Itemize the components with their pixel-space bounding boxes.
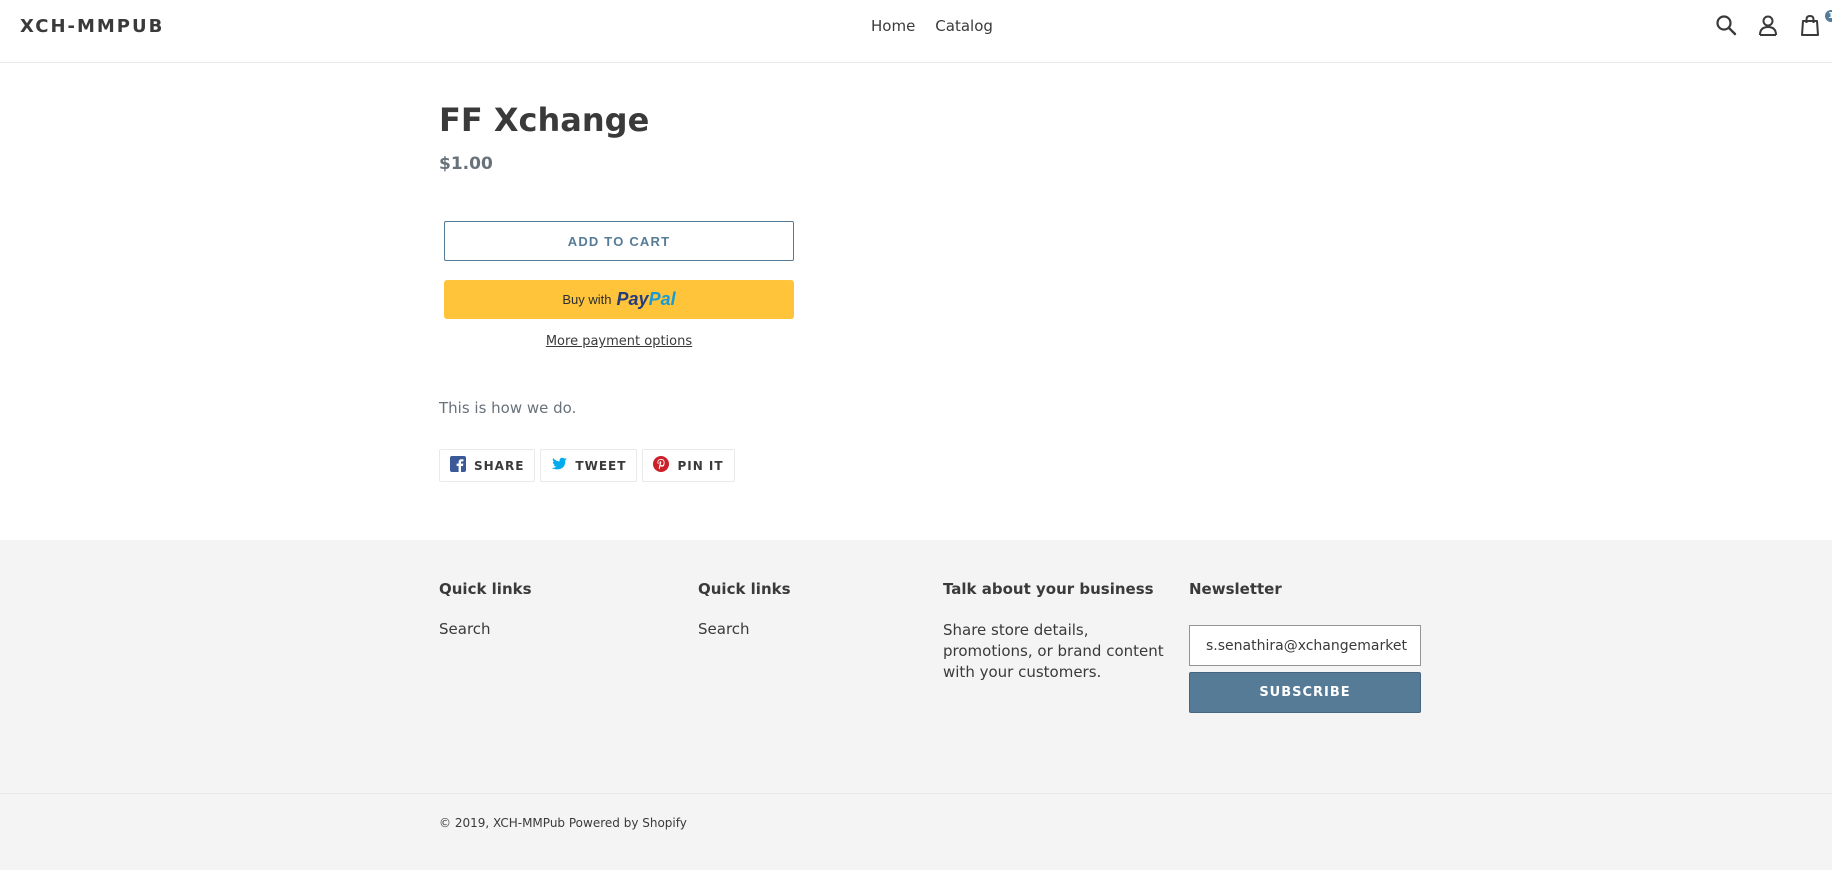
- footer-business-text: Share store details, promotions, or bran…: [943, 621, 1164, 681]
- subscribe-button[interactable]: SUBSCRIBE: [1189, 672, 1421, 713]
- paypal-buy-with-label: Buy with: [562, 292, 612, 307]
- footer-divider: [0, 793, 1832, 794]
- share-twitter-button[interactable]: TWEET: [540, 449, 638, 482]
- footer-col-business: Talk about your business Share store det…: [943, 580, 1168, 683]
- footer-search-link[interactable]: Search: [698, 620, 791, 638]
- product-section: FF Xchange $1.00 ADD TO CART Buy with Pa…: [439, 100, 859, 482]
- footer-col-quick-links-1: Quick links Search: [439, 580, 532, 638]
- share-pinterest-label: PIN IT: [677, 458, 724, 473]
- site-header: XCH-MMPUB Home Catalog 1: [0, 0, 1832, 63]
- product-title: FF Xchange: [439, 101, 650, 139]
- add-to-cart-button[interactable]: ADD TO CART: [444, 221, 794, 261]
- paypal-logo: PayPal: [617, 289, 676, 310]
- copyright-brand-link[interactable]: XCH-MMPub: [493, 816, 565, 830]
- facebook-icon: [450, 456, 466, 475]
- footer-search-link[interactable]: Search: [439, 620, 532, 638]
- product-description: This is how we do.: [439, 399, 577, 417]
- footer-col-title: Talk about your business: [943, 580, 1154, 598]
- site-footer: Quick links Search Quick links Search Ta…: [0, 540, 1832, 870]
- social-share: SHARE TWEET PIN IT: [439, 449, 735, 482]
- paypal-logo-pay: Pay: [616, 289, 649, 309]
- powered-by-shopify-link[interactable]: Powered by Shopify: [569, 816, 687, 830]
- newsletter-title: Newsletter: [1189, 580, 1282, 598]
- newsletter-email-input[interactable]: s.senathira@xchangemarket: [1189, 625, 1421, 666]
- share-facebook-label: SHARE: [474, 458, 525, 473]
- more-payment-options-link[interactable]: More payment options: [444, 334, 794, 349]
- footer-col-title: Quick links: [439, 580, 532, 598]
- twitter-icon: [551, 456, 568, 475]
- product-price: $1.00: [439, 153, 493, 174]
- footer-col-quick-links-2: Quick links Search: [698, 580, 791, 638]
- cart-count-badge: 1: [1825, 10, 1832, 22]
- footer-col-newsletter: Newsletter s.senathira@xchangemarket SUB…: [1189, 580, 1421, 713]
- nav-home-link[interactable]: Home: [871, 17, 915, 35]
- share-facebook-button[interactable]: SHARE: [439, 449, 536, 482]
- header-icons: [1712, 13, 1832, 41]
- nav-catalog-link[interactable]: Catalog: [935, 17, 993, 35]
- copyright: © 2019, XCH-MMPub Powered by Shopify: [439, 816, 687, 830]
- paypal-button[interactable]: Buy with PayPal: [444, 280, 794, 319]
- footer-col-title: Quick links: [698, 580, 791, 598]
- pinterest-icon: [653, 456, 670, 475]
- account-icon[interactable]: [1756, 13, 1784, 41]
- site-logo[interactable]: XCH-MMPUB: [20, 16, 164, 37]
- share-twitter-label: TWEET: [575, 458, 627, 473]
- cart-icon[interactable]: [1798, 13, 1826, 41]
- copyright-prefix: © 2019,: [439, 816, 490, 830]
- share-pinterest-button[interactable]: PIN IT: [642, 449, 735, 482]
- main-nav: Home Catalog: [871, 17, 993, 35]
- search-icon[interactable]: [1714, 13, 1742, 41]
- paypal-logo-pal: Pal: [648, 289, 676, 309]
